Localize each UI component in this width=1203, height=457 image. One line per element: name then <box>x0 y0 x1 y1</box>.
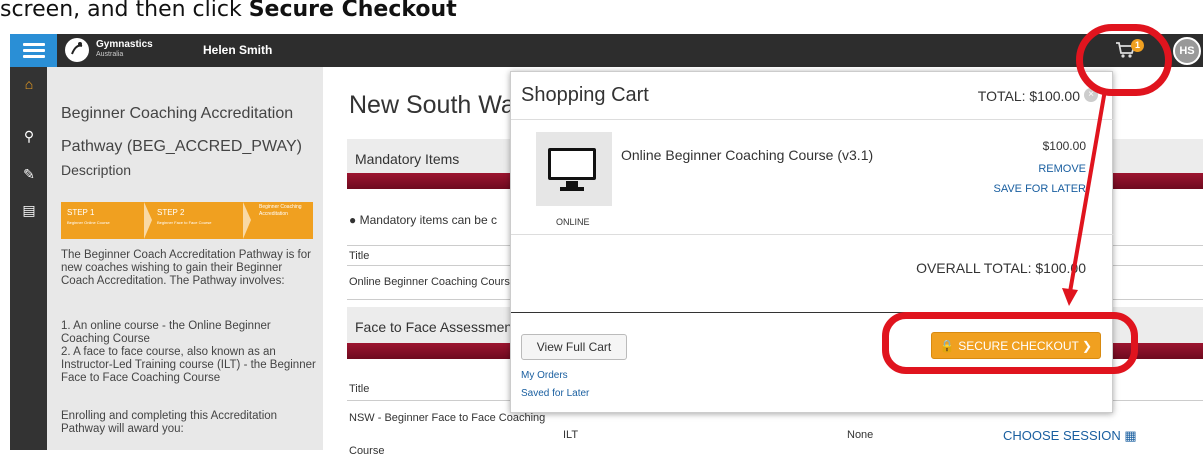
divider <box>511 234 1114 235</box>
remove-link[interactable]: REMOVE <box>1038 163 1086 175</box>
section-label: Mandatory Items <box>355 151 460 167</box>
product-price: $100.00 <box>1042 139 1086 153</box>
step-1: STEP 1 Beginner Online Course <box>67 208 110 227</box>
choose-session-link[interactable]: CHOOSE SESSION ▦ <box>1003 428 1137 444</box>
step-2: STEP 2 Beginner Face to Face Course <box>157 208 211 227</box>
user-name: Helen Smith <box>203 43 273 57</box>
info-icon: ● <box>349 213 360 227</box>
column-header-title: Title <box>349 383 370 395</box>
step-separator <box>144 202 152 239</box>
search-icon[interactable]: ⚲ <box>20 127 38 145</box>
table-cell-title-cont: Course <box>349 445 385 457</box>
overall-total: OVERALL TOTAL: $100.00 <box>916 260 1086 276</box>
step-sub: Beginner Online Course <box>67 220 110 225</box>
save-for-later-link[interactable]: SAVE FOR LATER <box>993 183 1086 195</box>
caption-text: screen, and then click <box>0 0 249 22</box>
pathway-intro: The Beginner Coach Accreditation Pathway… <box>61 249 311 287</box>
gymnastics-logo-icon <box>65 38 89 62</box>
pathway-award-text: Enrolling and completing this Accreditat… <box>61 410 278 435</box>
pathway-sidebar: Beginner Coaching Accreditation Pathway … <box>47 67 323 450</box>
calendar-icon: ▦ <box>1124 428 1137 443</box>
column-header-title: Title <box>349 250 370 262</box>
avatar[interactable]: HS <box>1173 37 1201 65</box>
info-note-text: Mandatory items can be c <box>359 213 497 227</box>
cart-title: Shopping Cart <box>521 84 649 106</box>
step-name: STEP 1 <box>67 208 95 217</box>
monitor-icon <box>548 148 596 180</box>
my-orders-link[interactable]: My Orders <box>521 370 568 381</box>
caption-bold: Secure Checkout <box>248 0 457 22</box>
clipboard-icon[interactable]: ▤ <box>20 201 38 219</box>
table-cell-title[interactable]: Online Beginner Coaching Cours <box>349 276 510 288</box>
hamburger-line <box>23 49 45 52</box>
table-cell-title[interactable]: NSW - Beginner Face to Face Coaching <box>349 412 545 424</box>
section-label: Face to Face Assessmen <box>355 319 513 335</box>
hamburger-icon <box>23 43 45 46</box>
hamburger-line <box>23 55 45 58</box>
instruction-caption: screen, and then click Secure Checkout <box>0 0 1203 30</box>
menu-button[interactable] <box>10 34 57 67</box>
table-cell-status: None <box>847 429 874 441</box>
view-full-cart-button[interactable]: View Full Cart <box>521 334 627 360</box>
pathway-steps: STEP 1 Beginner Online Course STEP 2 Begin… <box>61 202 313 239</box>
table-cell-type: ILT <box>563 429 579 441</box>
divider <box>511 119 1114 120</box>
top-bar: Gymnastics Australia Helen Smith 1 HS <box>10 34 1203 67</box>
monitor-base <box>560 187 584 191</box>
product-thumbnail[interactable] <box>536 132 612 206</box>
pathway-title: Beginner Coaching Accreditation Pathway … <box>61 105 302 155</box>
description-label: Description <box>61 162 132 178</box>
edit-icon[interactable]: ✎ <box>20 165 38 183</box>
logo-title: Gymnastics <box>96 39 153 50</box>
step-separator <box>243 202 251 239</box>
step-name: STEP 2 <box>157 208 185 217</box>
home-icon[interactable]: ⌂ <box>20 75 38 93</box>
choose-session-label: CHOOSE SESSION <box>1003 428 1121 443</box>
step-sub: Beginner Face to Face Course <box>157 220 212 225</box>
annotation-circle-checkout <box>882 312 1138 374</box>
info-note: ● Mandatory items can be c <box>349 213 497 227</box>
logo-subtitle: Australia <box>96 51 124 58</box>
product-type: ONLINE <box>556 217 590 227</box>
pathway-steps-text: 1. An online course - the Online Beginne… <box>61 320 316 384</box>
product-name[interactable]: Online Beginner Coaching Course (v3.1) <box>621 146 881 165</box>
left-nav: ⌂ ⚲ ✎ ▤ <box>10 67 47 450</box>
step-3: Beginner Coaching Accreditation <box>259 204 302 217</box>
annotation-circle-cart <box>1076 24 1172 96</box>
cart-total: TOTAL: $100.00 <box>977 88 1080 104</box>
saved-for-later-link[interactable]: Saved for Later <box>521 388 589 399</box>
